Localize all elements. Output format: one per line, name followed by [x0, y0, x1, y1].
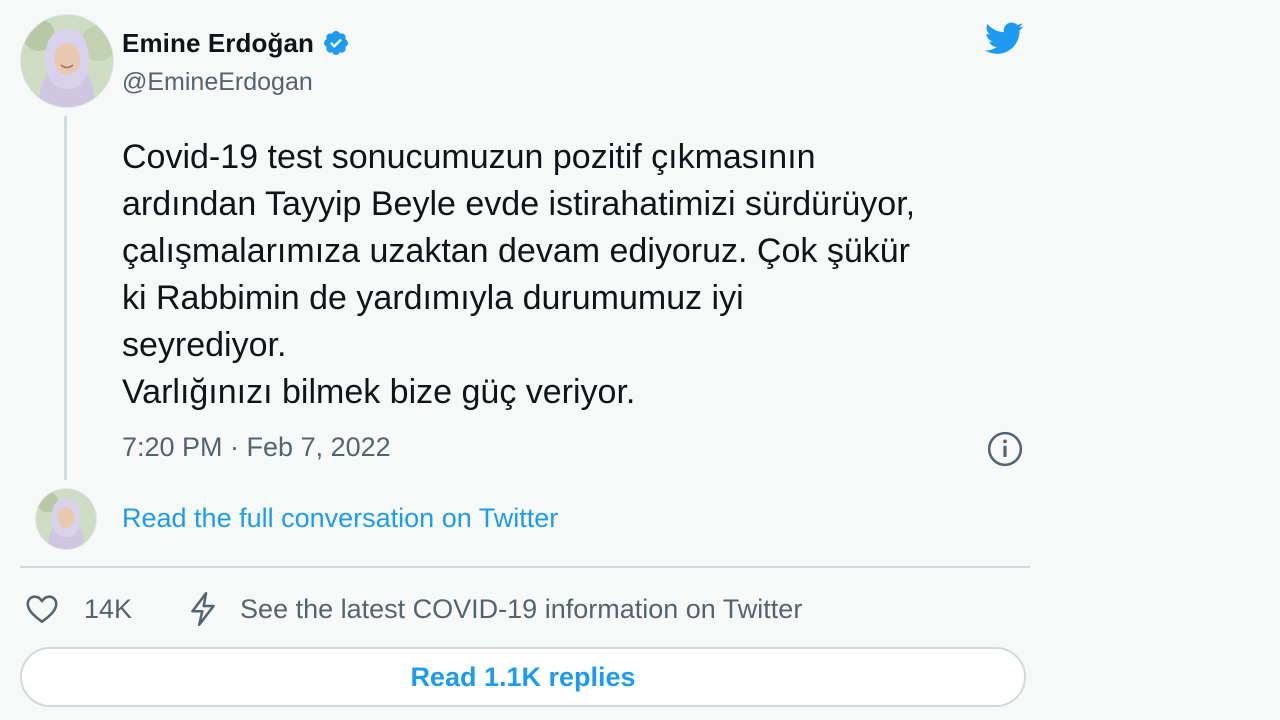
tweet-text-line: ki Rabbimin de yardımıyla durumumuz iyi [122, 279, 744, 317]
like-count[interactable]: 14K [84, 594, 132, 625]
heart-icon[interactable] [24, 591, 60, 627]
tweet-text-line: çalışmalarımıza uzaktan devam ediyoruz. … [122, 232, 910, 270]
reply-avatar[interactable] [35, 488, 97, 550]
tweet-text: Covid-19 test sonucumuzun pozitif çıkmas… [122, 134, 1022, 416]
divider [20, 566, 1030, 568]
covid-info-link[interactable]: See the latest COVID-19 information on T… [240, 594, 802, 625]
verified-badge-icon [324, 31, 348, 55]
twitter-bird-icon[interactable] [980, 18, 1028, 58]
tweet-text-line: ardından Tayyip Beyle evde istirahatimiz… [122, 185, 916, 223]
author-name-row[interactable]: Emine Erdoğan [122, 26, 350, 60]
author-avatar[interactable] [20, 14, 114, 108]
tweet-text-line: Covid-19 test sonucumuzun pozitif çıkmas… [122, 138, 816, 176]
full-conversation-link[interactable]: Read the full conversation on Twitter [122, 503, 558, 534]
author-handle[interactable]: @EmineErdogan [122, 68, 313, 97]
thread-line [64, 116, 67, 480]
embedded-tweet: Emine Erdoğan @EmineErdogan Covid-19 tes… [0, 0, 1040, 720]
lightning-bolt-icon[interactable] [188, 591, 218, 627]
read-replies-button[interactable]: Read 1.1K replies [20, 647, 1026, 707]
tweet-actions: 14K See the latest COVID-19 information … [24, 587, 802, 631]
tweet-text-line: Varlığınızı bilmek bize güç veriyor. [122, 373, 636, 411]
info-icon[interactable] [986, 430, 1024, 468]
tweet-timestamp[interactable]: 7:20 PM · Feb 7, 2022 [122, 432, 391, 463]
tweet-text-line: seyrediyor. [122, 326, 287, 364]
read-replies-label: Read 1.1K replies [410, 661, 636, 692]
author-name[interactable]: Emine Erdoğan [122, 28, 314, 59]
